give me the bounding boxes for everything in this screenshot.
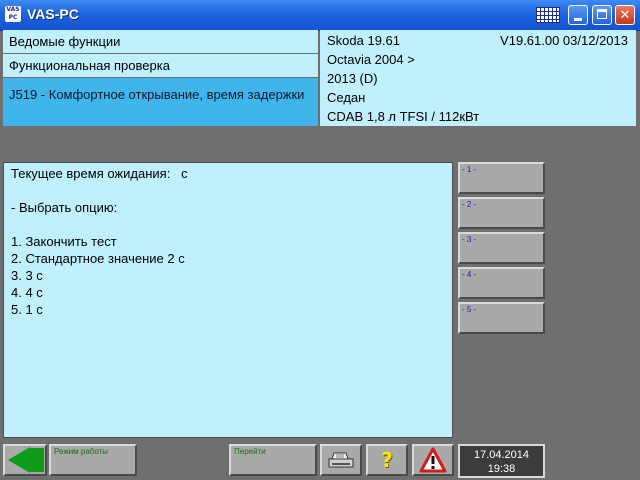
option-1-text: 1. Закончить тест [11,234,117,249]
option-button-1[interactable]: - 1 - [458,162,545,194]
date-time-display: 17.04.2014 19:38 [458,444,545,478]
app-icon: VAS PC [5,6,21,22]
option-button-5[interactable]: - 5 - [458,302,545,334]
print-button[interactable] [320,444,362,476]
vehicle-model: Octavia 2004 > [327,52,415,67]
help-icon: ? [381,448,393,472]
close-button[interactable]: ✕ [615,5,635,25]
title-bar: VAS PC VAS-PC ✕ [0,0,640,31]
warning-button[interactable] [412,444,454,476]
software-version: V19.61.00 03/12/2013 [500,33,628,48]
option-button-2[interactable]: - 2 - [458,197,545,229]
warning-icon [419,447,447,473]
window-title: VAS-PC [27,6,79,22]
path-item-current-test: J519 - Комфортное открывание, время заде… [3,78,318,126]
vehicle-info-panel: Skoda 19.61 V19.61.00 03/12/2013 Octavia… [320,30,636,126]
keyboard-icon[interactable] [536,7,560,23]
option-button-3[interactable]: - 3 - [458,232,545,264]
back-arrow-icon [8,447,30,473]
option-3-text: 3. 3 с [11,268,43,283]
current-date: 17.04.2014 [473,449,530,461]
option-4-text: 4. 4 с [11,285,43,300]
operating-mode-button[interactable]: Режим работы [49,444,137,476]
option-button-4[interactable]: - 4 - [458,267,545,299]
current-time: 19:38 [487,463,516,475]
body-type: Седан [327,90,366,105]
path-item-function-test[interactable]: Функциональная проверка [3,54,318,78]
minimize-button[interactable] [568,5,588,25]
printer-icon [328,452,354,468]
select-option-prompt: - Выбрать опцию: [11,200,118,215]
function-path-panel: Ведомые функции Функциональная проверка … [3,30,318,126]
option-2-text: 2. Стандартное значение 2 с [11,251,185,266]
vehicle-brand: Skoda 19.61 [327,33,401,48]
path-item-guided-functions[interactable]: Ведомые функции [3,30,318,54]
back-arrow-bar [30,448,44,472]
maximize-button[interactable] [592,5,612,25]
model-year: 2013 (D) [327,71,378,86]
current-wait-time-text: Текущее время ожидания: с [11,166,188,181]
goto-button[interactable]: Перейти [229,444,317,476]
back-button[interactable] [3,444,47,476]
option-5-text: 5. 1 с [11,302,43,317]
help-button[interactable]: ? [366,444,408,476]
test-content-panel: Текущее время ожидания: с - Выбрать опци… [3,162,453,438]
engine-code: CDAB 1,8 л TFSI / 112кВт [327,109,480,124]
